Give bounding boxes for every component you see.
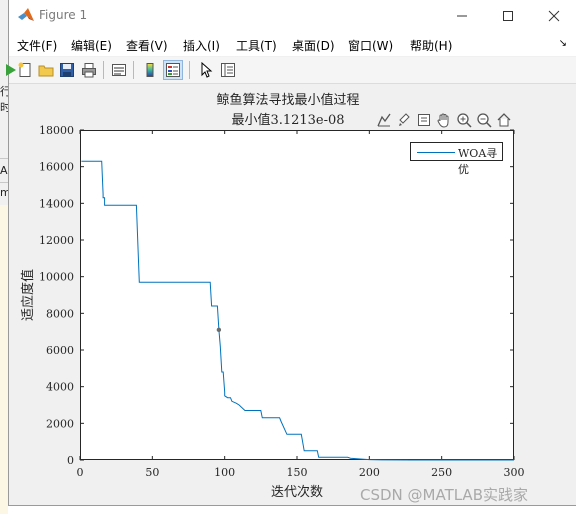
y-tick-label: 4000: [46, 381, 74, 394]
x-tick-label: 100: [214, 466, 235, 479]
x-tick-label: 200: [359, 466, 380, 479]
y-tick-label: 14000: [39, 197, 74, 210]
y-tick-label: 10000: [39, 271, 74, 284]
chart-svg: 0 50 100 150 200 250 300 0 2000 4000 6000 8000 10000…: [20, 124, 525, 500]
x-tick-label: 50: [145, 466, 159, 479]
y-tick-label: 18000: [39, 124, 74, 137]
legend-label: WOA寻优: [458, 147, 498, 176]
y-tick-label: 16000: [39, 161, 74, 174]
y-tick-label: 2000: [46, 417, 74, 430]
legend-line-swatch: [417, 152, 455, 153]
x-tick-label: 250: [431, 466, 452, 479]
data-point-marker: [216, 327, 222, 333]
y-axis-label: 适应度值: [20, 269, 36, 321]
y-tick-label: 8000: [46, 307, 74, 320]
x-tick-label: 300: [504, 466, 525, 479]
series-line-woa: [81, 160, 514, 461]
x-tick-label: 150: [287, 466, 308, 479]
y-tick-label: 6000: [46, 344, 74, 357]
watermark: CSDN @MATLAB实践家: [360, 486, 528, 504]
y-tick-label: 12000: [39, 234, 74, 247]
y-tick-label: 0: [67, 454, 74, 467]
x-tick-label: 0: [77, 466, 84, 479]
x-axis-label: 迭代次数: [271, 484, 323, 500]
legend[interactable]: WOA寻优: [410, 142, 503, 176]
